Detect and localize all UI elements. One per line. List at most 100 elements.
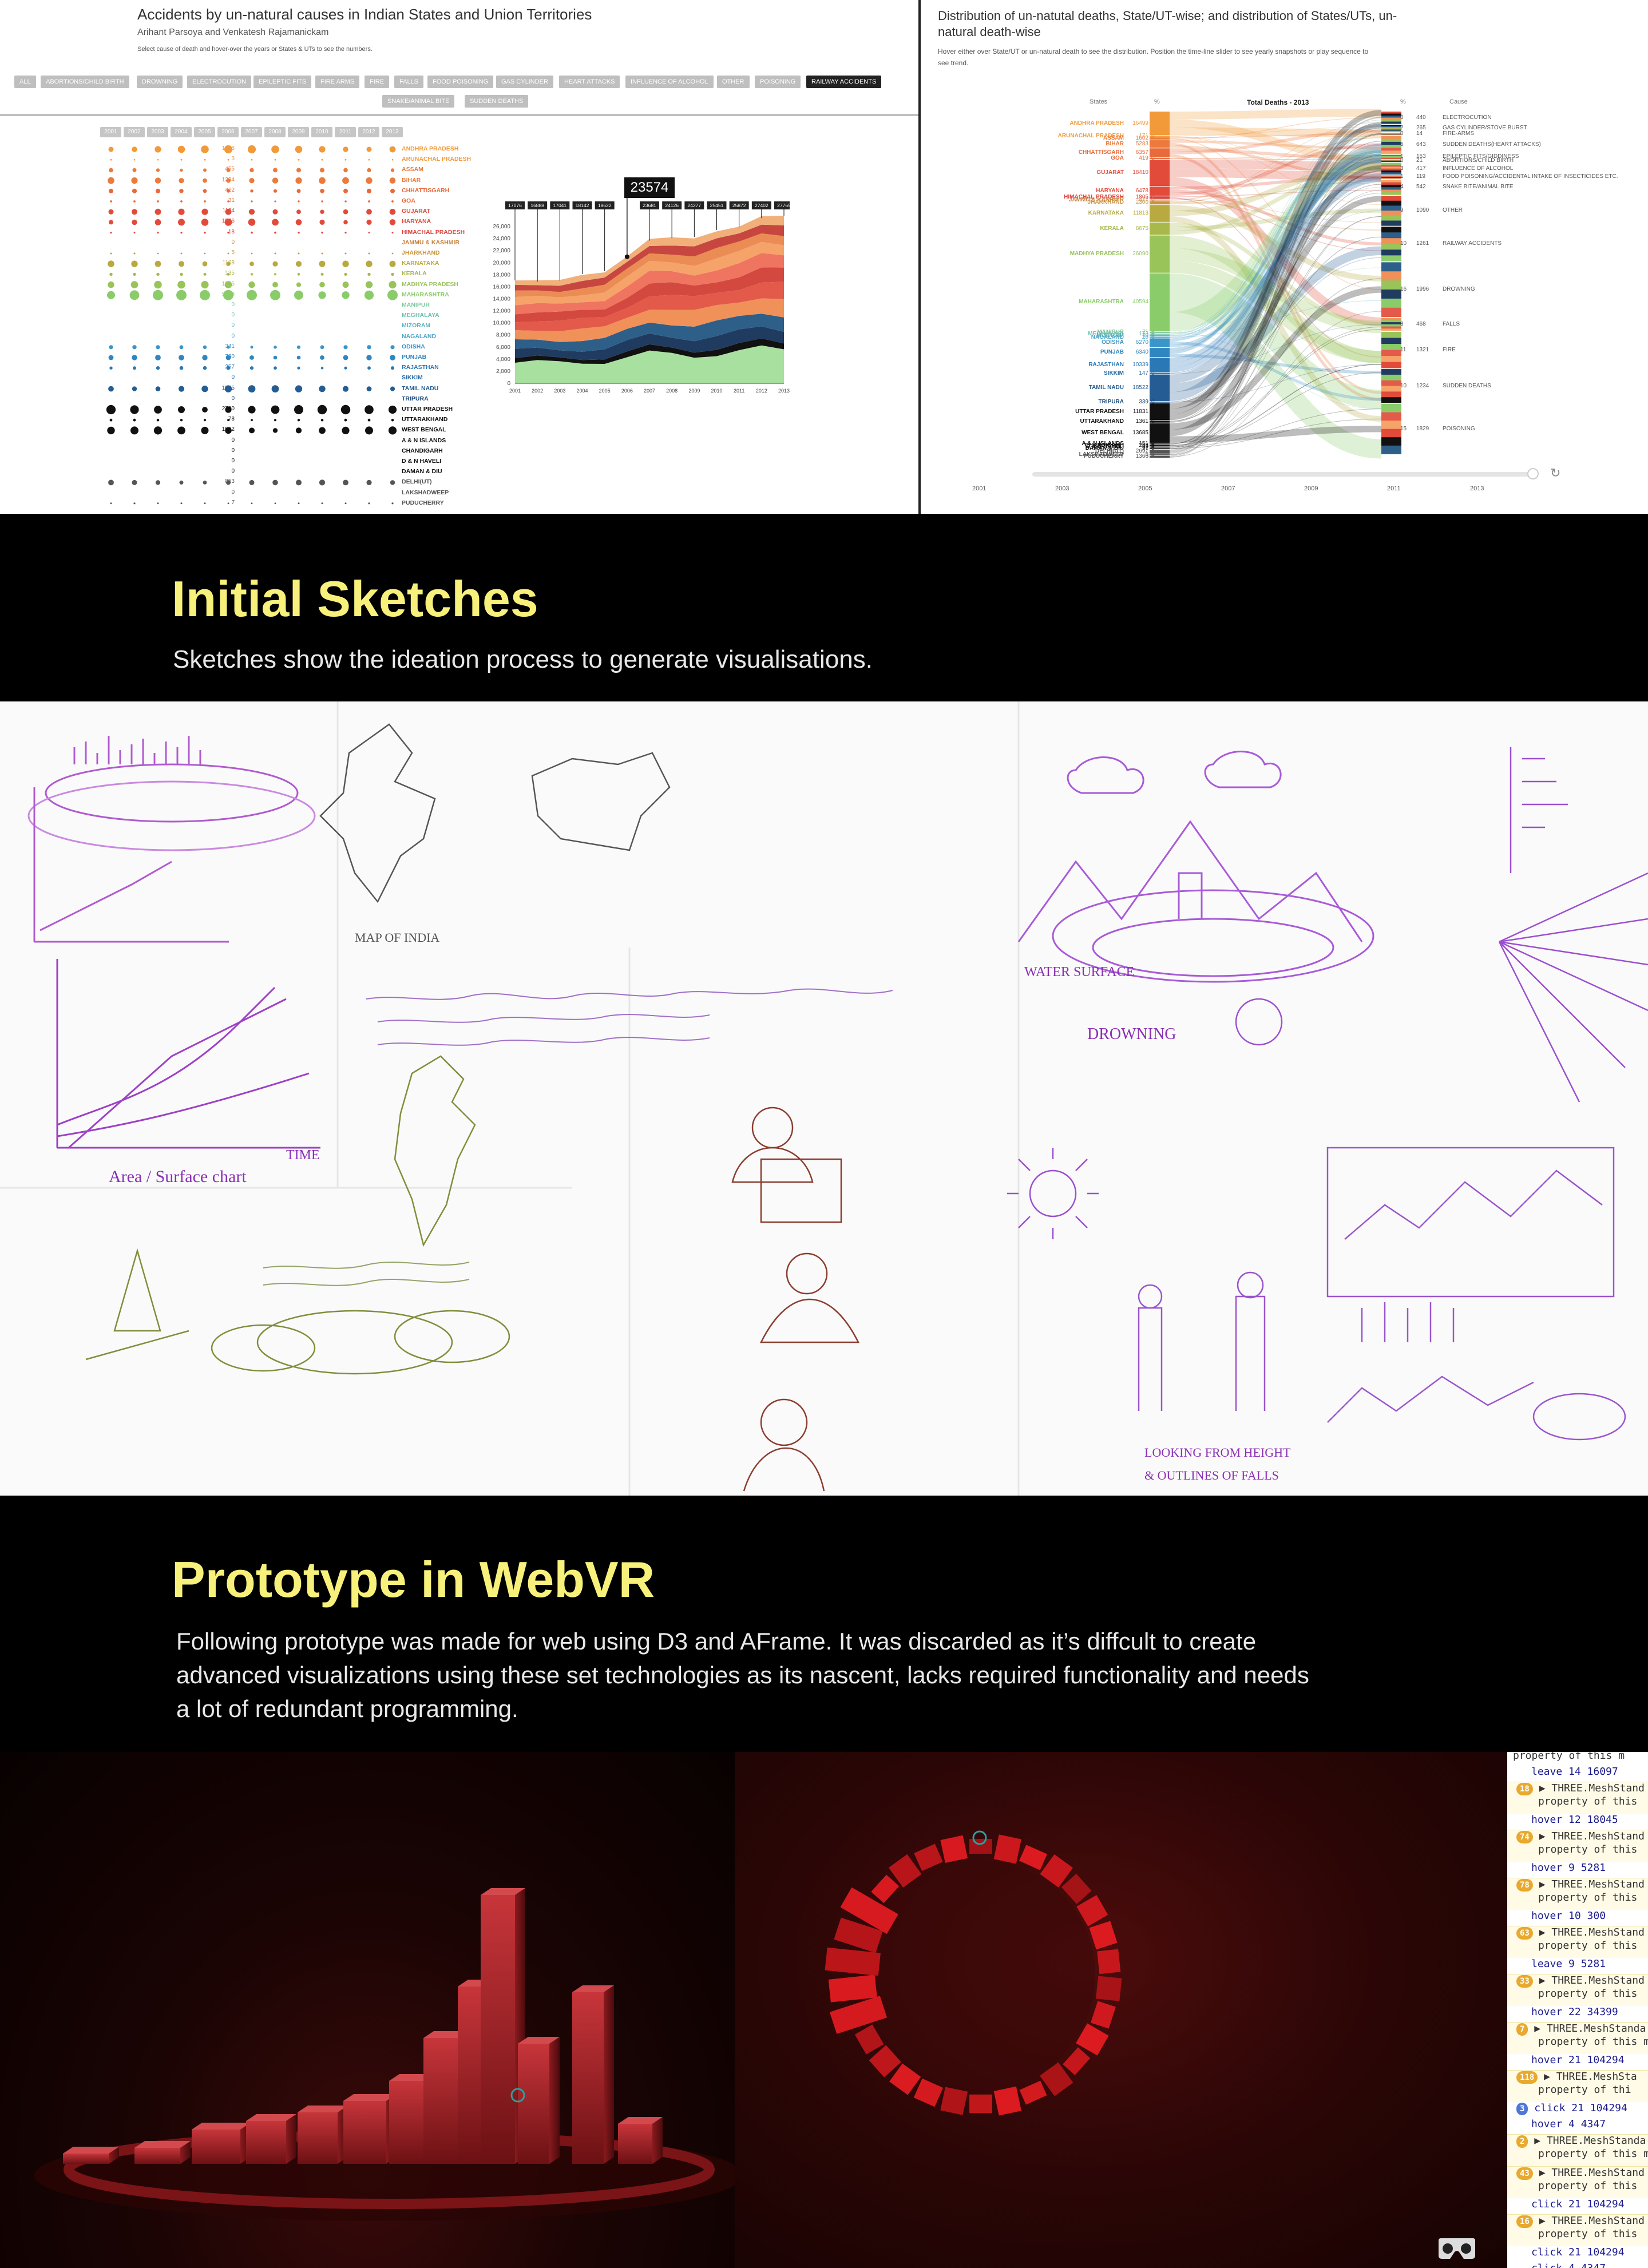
sankey-cause-node[interactable]	[1381, 397, 1401, 403]
sankey-cause-node[interactable]	[1381, 138, 1401, 142]
bubble[interactable]	[320, 345, 324, 350]
console-warning[interactable]: ▶ THREE.MeshSta	[1538, 2071, 1637, 2083]
vr-goggles-icon[interactable]	[1436, 2237, 1477, 2260]
state-name[interactable]: TRIPURA	[402, 395, 429, 402]
filter-chip[interactable]: RAILWAY ACCIDENTS	[806, 76, 882, 88]
sankey-cause-node[interactable]	[1381, 112, 1401, 114]
bubble[interactable]	[365, 405, 374, 414]
cause-name[interactable]: SUDDEN DEATHS(HEART ATTACKS)	[1443, 141, 1541, 148]
right-state-name[interactable]: GUJARAT	[1018, 169, 1124, 176]
bubble[interactable]	[180, 200, 183, 203]
filter-chip[interactable]: ELECTROCUTION	[187, 76, 252, 88]
bubble[interactable]	[319, 427, 326, 434]
vr-bar[interactable]	[389, 2081, 429, 2164]
bubble[interactable]	[296, 355, 301, 360]
bubble[interactable]	[364, 290, 374, 300]
bubble[interactable]	[179, 261, 184, 267]
bubble[interactable]	[178, 208, 185, 215]
bubble[interactable]	[368, 200, 370, 203]
bubble[interactable]	[201, 281, 209, 289]
bubble[interactable]	[203, 345, 207, 349]
bubble[interactable]	[251, 252, 253, 255]
sankey-cause-node[interactable]	[1381, 117, 1401, 120]
bubble[interactable]	[180, 419, 183, 422]
filter-chip[interactable]: EPILEPTIC FITS	[253, 76, 312, 88]
bubble[interactable]	[320, 355, 324, 360]
bubble[interactable]	[157, 502, 159, 505]
bubble[interactable]	[344, 158, 347, 161]
sankey-cause-node[interactable]	[1381, 136, 1401, 140]
bubble[interactable]	[274, 366, 277, 370]
vr-bar[interactable]	[246, 2121, 286, 2164]
bubble[interactable]	[109, 366, 113, 370]
bubble[interactable]	[389, 281, 397, 289]
vr-ring-segment[interactable]	[1063, 2047, 1091, 2076]
sankey-cause-node[interactable]	[1381, 238, 1401, 244]
sankey-cause-node[interactable]	[1381, 113, 1401, 116]
bubble[interactable]	[296, 209, 301, 215]
bubble[interactable]	[367, 272, 371, 276]
bubble[interactable]	[272, 209, 278, 215]
bubble[interactable]	[340, 405, 351, 415]
bubble[interactable]	[343, 220, 348, 225]
bubble[interactable]	[203, 272, 207, 276]
bubble[interactable]	[203, 419, 207, 422]
bubble[interactable]	[389, 219, 396, 225]
bubble[interactable]	[321, 158, 323, 161]
sankey-cause-node[interactable]	[1381, 249, 1401, 256]
bubble[interactable]	[133, 252, 136, 255]
bubble[interactable]	[203, 168, 207, 172]
bubble[interactable]	[271, 405, 280, 414]
bubble[interactable]	[298, 200, 300, 203]
bubble[interactable]	[132, 355, 137, 360]
state-name[interactable]: MEGHALAYA	[402, 312, 439, 319]
year-chip[interactable]: 2004	[171, 127, 192, 137]
sankey-cause-node[interactable]	[1381, 350, 1401, 356]
bubble[interactable]	[344, 252, 347, 255]
cause-name[interactable]: OTHER	[1443, 207, 1463, 213]
bubble[interactable]	[156, 418, 160, 422]
cause-name[interactable]: POISONING	[1443, 426, 1475, 432]
bubble[interactable]	[343, 355, 348, 360]
bubble[interactable]	[178, 219, 185, 226]
sankey-cause-node[interactable]	[1381, 386, 1401, 392]
bubble[interactable]	[366, 386, 372, 391]
state-name[interactable]: TAMIL NADU	[402, 385, 438, 392]
bubble[interactable]	[343, 168, 348, 173]
filter-chip[interactable]: OTHER	[717, 76, 750, 88]
bubble[interactable]	[249, 261, 254, 267]
bubble[interactable]	[365, 426, 373, 435]
bubble[interactable]	[250, 189, 253, 193]
bubble[interactable]	[176, 290, 187, 300]
sankey-cause-node[interactable]	[1381, 200, 1401, 206]
bubble[interactable]	[132, 479, 137, 485]
sankey-cause-node[interactable]	[1381, 220, 1401, 226]
bubble[interactable]	[271, 385, 279, 392]
bubble[interactable]	[180, 502, 183, 505]
bubble[interactable]	[344, 272, 347, 276]
sankey-cause-node[interactable]	[1381, 182, 1401, 185]
bubble[interactable]	[179, 355, 184, 360]
state-name[interactable]: CHHATTISGARH	[402, 187, 449, 194]
bubble[interactable]	[297, 273, 300, 276]
replay-icon[interactable]: ↻	[1550, 466, 1566, 482]
bubble[interactable]	[251, 158, 253, 161]
vr-ring-segment[interactable]	[913, 2078, 944, 2107]
bubble[interactable]	[204, 158, 206, 161]
bubble[interactable]	[249, 427, 255, 434]
bubble[interactable]	[154, 146, 161, 153]
sankey-cause-node[interactable]	[1381, 244, 1401, 250]
bubble[interactable]	[179, 345, 184, 350]
year-chip[interactable]: 2007	[241, 127, 262, 137]
sankey-cause-node[interactable]	[1381, 116, 1401, 118]
vr-bar[interactable]	[298, 2112, 338, 2164]
bubble[interactable]	[157, 232, 159, 234]
state-name[interactable]: GOA	[402, 197, 415, 204]
bubble[interactable]	[320, 209, 324, 214]
bubble[interactable]	[251, 419, 253, 422]
filter-chip[interactable]: ALL	[14, 76, 36, 88]
sankey-cause-node[interactable]	[1381, 318, 1401, 320]
bubble[interactable]	[180, 158, 183, 161]
sankey-cause-node[interactable]	[1381, 362, 1401, 368]
filter-chip[interactable]: HEART ATTACKS	[559, 76, 620, 88]
